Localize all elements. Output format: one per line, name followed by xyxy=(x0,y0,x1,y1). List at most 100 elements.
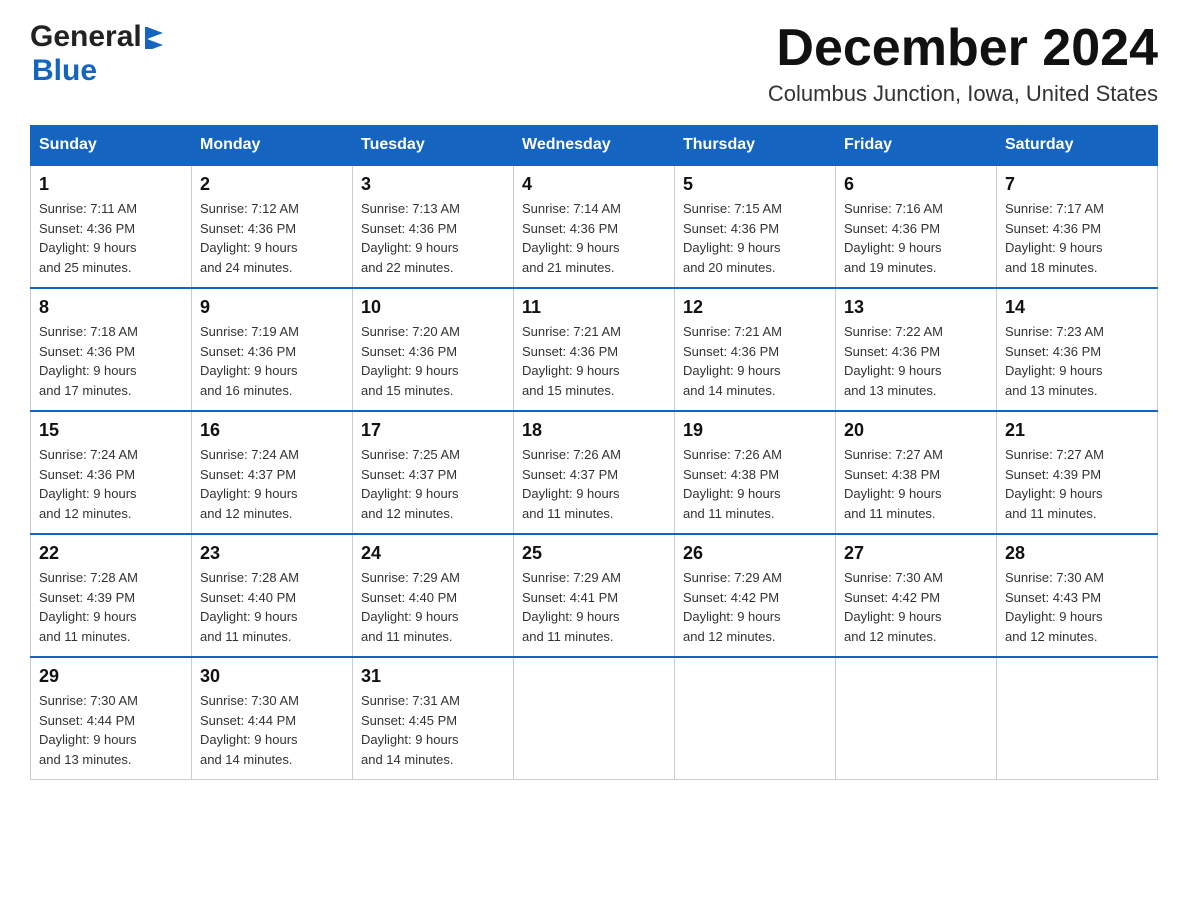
day-cell: 5 Sunrise: 7:15 AMSunset: 4:36 PMDayligh… xyxy=(675,165,836,288)
day-info: Sunrise: 7:27 AMSunset: 4:39 PMDaylight:… xyxy=(1005,447,1104,521)
day-info: Sunrise: 7:18 AMSunset: 4:36 PMDaylight:… xyxy=(39,324,138,398)
day-number: 27 xyxy=(844,543,988,564)
day-number: 16 xyxy=(200,420,344,441)
day-cell: 10 Sunrise: 7:20 AMSunset: 4:36 PMDaylig… xyxy=(353,288,514,411)
day-cell: 15 Sunrise: 7:24 AMSunset: 4:36 PMDaylig… xyxy=(31,411,192,534)
day-info: Sunrise: 7:17 AMSunset: 4:36 PMDaylight:… xyxy=(1005,201,1104,275)
day-number: 22 xyxy=(39,543,183,564)
day-cell: 22 Sunrise: 7:28 AMSunset: 4:39 PMDaylig… xyxy=(31,534,192,657)
day-cell: 18 Sunrise: 7:26 AMSunset: 4:37 PMDaylig… xyxy=(514,411,675,534)
day-cell: 17 Sunrise: 7:25 AMSunset: 4:37 PMDaylig… xyxy=(353,411,514,534)
day-number: 1 xyxy=(39,174,183,195)
day-cell: 28 Sunrise: 7:30 AMSunset: 4:43 PMDaylig… xyxy=(997,534,1158,657)
day-number: 4 xyxy=(522,174,666,195)
logo: General Blue xyxy=(30,20,163,88)
day-cell: 29 Sunrise: 7:30 AMSunset: 4:44 PMDaylig… xyxy=(31,657,192,780)
day-cell: 14 Sunrise: 7:23 AMSunset: 4:36 PMDaylig… xyxy=(997,288,1158,411)
day-number: 19 xyxy=(683,420,827,441)
day-cell: 20 Sunrise: 7:27 AMSunset: 4:38 PMDaylig… xyxy=(836,411,997,534)
day-cell xyxy=(836,657,997,780)
day-info: Sunrise: 7:22 AMSunset: 4:36 PMDaylight:… xyxy=(844,324,943,398)
day-cell: 12 Sunrise: 7:21 AMSunset: 4:36 PMDaylig… xyxy=(675,288,836,411)
day-cell: 25 Sunrise: 7:29 AMSunset: 4:41 PMDaylig… xyxy=(514,534,675,657)
day-info: Sunrise: 7:23 AMSunset: 4:36 PMDaylight:… xyxy=(1005,324,1104,398)
day-number: 12 xyxy=(683,297,827,318)
day-info: Sunrise: 7:24 AMSunset: 4:36 PMDaylight:… xyxy=(39,447,138,521)
day-info: Sunrise: 7:26 AMSunset: 4:38 PMDaylight:… xyxy=(683,447,782,521)
day-info: Sunrise: 7:13 AMSunset: 4:36 PMDaylight:… xyxy=(361,201,460,275)
day-number: 2 xyxy=(200,174,344,195)
logo-blue-text: Blue xyxy=(32,54,97,87)
day-info: Sunrise: 7:24 AMSunset: 4:37 PMDaylight:… xyxy=(200,447,299,521)
logo-flag-icon xyxy=(145,27,163,49)
day-info: Sunrise: 7:16 AMSunset: 4:36 PMDaylight:… xyxy=(844,201,943,275)
title-area: December 2024 Columbus Junction, Iowa, U… xyxy=(768,20,1158,107)
day-cell: 11 Sunrise: 7:21 AMSunset: 4:36 PMDaylig… xyxy=(514,288,675,411)
calendar-table: SundayMondayTuesdayWednesdayThursdayFrid… xyxy=(30,125,1158,780)
day-cell: 9 Sunrise: 7:19 AMSunset: 4:36 PMDayligh… xyxy=(192,288,353,411)
day-info: Sunrise: 7:25 AMSunset: 4:37 PMDaylight:… xyxy=(361,447,460,521)
day-info: Sunrise: 7:30 AMSunset: 4:42 PMDaylight:… xyxy=(844,570,943,644)
week-row-1: 1 Sunrise: 7:11 AMSunset: 4:36 PMDayligh… xyxy=(31,165,1158,288)
month-title: December 2024 xyxy=(768,20,1158,77)
day-number: 29 xyxy=(39,666,183,687)
day-number: 13 xyxy=(844,297,988,318)
day-cell: 7 Sunrise: 7:17 AMSunset: 4:36 PMDayligh… xyxy=(997,165,1158,288)
day-number: 28 xyxy=(1005,543,1149,564)
day-cell: 24 Sunrise: 7:29 AMSunset: 4:40 PMDaylig… xyxy=(353,534,514,657)
weekday-header-thursday: Thursday xyxy=(675,126,836,166)
day-info: Sunrise: 7:26 AMSunset: 4:37 PMDaylight:… xyxy=(522,447,621,521)
day-cell: 8 Sunrise: 7:18 AMSunset: 4:36 PMDayligh… xyxy=(31,288,192,411)
day-number: 30 xyxy=(200,666,344,687)
day-cell: 31 Sunrise: 7:31 AMSunset: 4:45 PMDaylig… xyxy=(353,657,514,780)
weekday-header-saturday: Saturday xyxy=(997,126,1158,166)
day-number: 3 xyxy=(361,174,505,195)
day-number: 24 xyxy=(361,543,505,564)
day-cell: 30 Sunrise: 7:30 AMSunset: 4:44 PMDaylig… xyxy=(192,657,353,780)
header: General Blue December 2024 Columbus Junc… xyxy=(30,20,1158,107)
day-info: Sunrise: 7:21 AMSunset: 4:36 PMDaylight:… xyxy=(683,324,782,398)
weekday-header-monday: Monday xyxy=(192,126,353,166)
day-number: 20 xyxy=(844,420,988,441)
day-info: Sunrise: 7:30 AMSunset: 4:44 PMDaylight:… xyxy=(200,693,299,767)
day-info: Sunrise: 7:20 AMSunset: 4:36 PMDaylight:… xyxy=(361,324,460,398)
day-info: Sunrise: 7:11 AMSunset: 4:36 PMDaylight:… xyxy=(39,201,137,275)
day-cell: 13 Sunrise: 7:22 AMSunset: 4:36 PMDaylig… xyxy=(836,288,997,411)
day-info: Sunrise: 7:19 AMSunset: 4:36 PMDaylight:… xyxy=(200,324,299,398)
day-info: Sunrise: 7:15 AMSunset: 4:36 PMDaylight:… xyxy=(683,201,782,275)
location-title: Columbus Junction, Iowa, United States xyxy=(768,81,1158,107)
logo-general-text: General xyxy=(30,20,142,54)
day-cell: 6 Sunrise: 7:16 AMSunset: 4:36 PMDayligh… xyxy=(836,165,997,288)
day-info: Sunrise: 7:21 AMSunset: 4:36 PMDaylight:… xyxy=(522,324,621,398)
day-cell: 1 Sunrise: 7:11 AMSunset: 4:36 PMDayligh… xyxy=(31,165,192,288)
weekday-header-row: SundayMondayTuesdayWednesdayThursdayFrid… xyxy=(31,126,1158,166)
day-number: 25 xyxy=(522,543,666,564)
day-info: Sunrise: 7:12 AMSunset: 4:36 PMDaylight:… xyxy=(200,201,299,275)
day-number: 23 xyxy=(200,543,344,564)
day-info: Sunrise: 7:29 AMSunset: 4:41 PMDaylight:… xyxy=(522,570,621,644)
day-number: 9 xyxy=(200,297,344,318)
day-info: Sunrise: 7:31 AMSunset: 4:45 PMDaylight:… xyxy=(361,693,460,767)
weekday-header-tuesday: Tuesday xyxy=(353,126,514,166)
day-cell: 23 Sunrise: 7:28 AMSunset: 4:40 PMDaylig… xyxy=(192,534,353,657)
day-info: Sunrise: 7:29 AMSunset: 4:42 PMDaylight:… xyxy=(683,570,782,644)
day-cell: 3 Sunrise: 7:13 AMSunset: 4:36 PMDayligh… xyxy=(353,165,514,288)
day-cell: 21 Sunrise: 7:27 AMSunset: 4:39 PMDaylig… xyxy=(997,411,1158,534)
day-info: Sunrise: 7:14 AMSunset: 4:36 PMDaylight:… xyxy=(522,201,621,275)
day-number: 7 xyxy=(1005,174,1149,195)
day-number: 18 xyxy=(522,420,666,441)
week-row-2: 8 Sunrise: 7:18 AMSunset: 4:36 PMDayligh… xyxy=(31,288,1158,411)
day-number: 11 xyxy=(522,297,666,318)
day-number: 6 xyxy=(844,174,988,195)
weekday-header-wednesday: Wednesday xyxy=(514,126,675,166)
week-row-3: 15 Sunrise: 7:24 AMSunset: 4:36 PMDaylig… xyxy=(31,411,1158,534)
day-cell: 2 Sunrise: 7:12 AMSunset: 4:36 PMDayligh… xyxy=(192,165,353,288)
day-info: Sunrise: 7:30 AMSunset: 4:44 PMDaylight:… xyxy=(39,693,138,767)
day-info: Sunrise: 7:28 AMSunset: 4:39 PMDaylight:… xyxy=(39,570,138,644)
day-number: 15 xyxy=(39,420,183,441)
day-number: 31 xyxy=(361,666,505,687)
week-row-4: 22 Sunrise: 7:28 AMSunset: 4:39 PMDaylig… xyxy=(31,534,1158,657)
day-number: 21 xyxy=(1005,420,1149,441)
day-info: Sunrise: 7:30 AMSunset: 4:43 PMDaylight:… xyxy=(1005,570,1104,644)
day-cell: 16 Sunrise: 7:24 AMSunset: 4:37 PMDaylig… xyxy=(192,411,353,534)
